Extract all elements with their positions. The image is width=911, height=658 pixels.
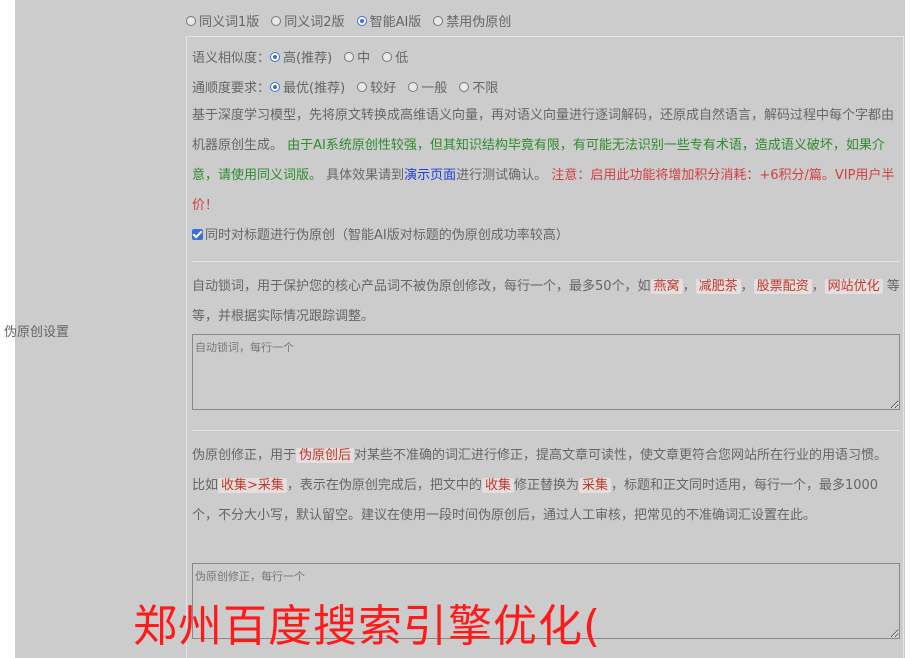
version-option-disable[interactable]: 禁用伪原创 [433, 11, 511, 30]
example-tag: 收集>采集 [218, 478, 287, 493]
lock-words-description: 自动锁词，用于保护您的核心产品词不被伪原创修改，每行一个，最多50个，如 燕窝，减… [192, 279, 900, 324]
fluency-option-unlimited[interactable]: 不限 [459, 77, 498, 96]
radio-icon[interactable] [433, 15, 444, 26]
version-option-synonym-2[interactable]: 同义词2版 [271, 11, 345, 30]
fluency-label: 通顺度要求： [192, 81, 271, 96]
version-radio-group: 同义词1版 同义词2版 智能AI版 禁用伪原创 [186, 11, 523, 30]
example-tag: 采集 [578, 478, 611, 493]
title-rewrite-row: 同时对标题进行伪原创（智能AI版对标题的伪原创成功率较高） [192, 221, 900, 251]
radio-icon[interactable] [271, 15, 282, 26]
title-rewrite-label: 同时对标题进行伪原创（智能AI版对标题的伪原创成功率较高） [205, 228, 569, 243]
radio-icon[interactable] [459, 81, 470, 92]
fluency-row: 通顺度要求： 最优(推荐) 较好 一般 不限 [192, 77, 510, 96]
radio-selected-icon[interactable] [356, 15, 367, 26]
version-option-ai[interactable]: 智能AI版 [356, 11, 421, 30]
example-tag: 股票配资 [753, 279, 812, 294]
radio-icon[interactable] [382, 51, 393, 62]
example-tag: 燕窝 [650, 279, 683, 294]
fluency-option-best[interactable]: 最优(推荐) [270, 77, 345, 96]
watermark-text: 郑州百度搜索引擎优化( [133, 601, 602, 652]
radio-icon[interactable] [186, 15, 196, 26]
similarity-label: 语义相似度： [192, 51, 271, 66]
example-tag: 减肥茶 [695, 279, 741, 294]
similarity-row: 语义相似度： 高(推荐) 中 低 [192, 47, 420, 66]
similarity-option-medium[interactable]: 中 [344, 47, 370, 66]
radio-selected-icon[interactable] [270, 51, 281, 62]
divider [192, 430, 900, 431]
fluency-option-normal[interactable]: 一般 [408, 77, 447, 96]
radio-selected-icon[interactable] [270, 81, 281, 92]
title-rewrite-checkbox[interactable] [192, 229, 203, 240]
radio-icon[interactable] [344, 51, 355, 62]
radio-icon[interactable] [408, 81, 419, 92]
example-tag: 收集 [481, 478, 514, 493]
divider [192, 261, 900, 262]
radio-icon[interactable] [357, 81, 368, 92]
example-tag: 网站优化 [824, 279, 883, 294]
ai-description: 基于深度学习模型，先将原文转换成高维语义向量，再对语义向量进行逐词解码，还原成自… [192, 108, 895, 213]
section-label: 伪原创设置 [4, 325, 70, 340]
version-option-synonym-1[interactable]: 同义词1版 [186, 11, 259, 30]
correction-description: 伪原创修正，用于 伪原创后 对某些不准确的词汇进行修正，提高文章可读性，使文章更符合… [192, 448, 888, 523]
demo-page-link[interactable]: 演示页面 [404, 168, 456, 183]
similarity-option-high[interactable]: 高(推荐) [270, 47, 332, 66]
lock-words-input[interactable] [192, 334, 900, 410]
fluency-option-good[interactable]: 较好 [357, 77, 396, 96]
example-tag: 伪原创后 [296, 448, 355, 463]
similarity-option-low[interactable]: 低 [382, 47, 408, 66]
